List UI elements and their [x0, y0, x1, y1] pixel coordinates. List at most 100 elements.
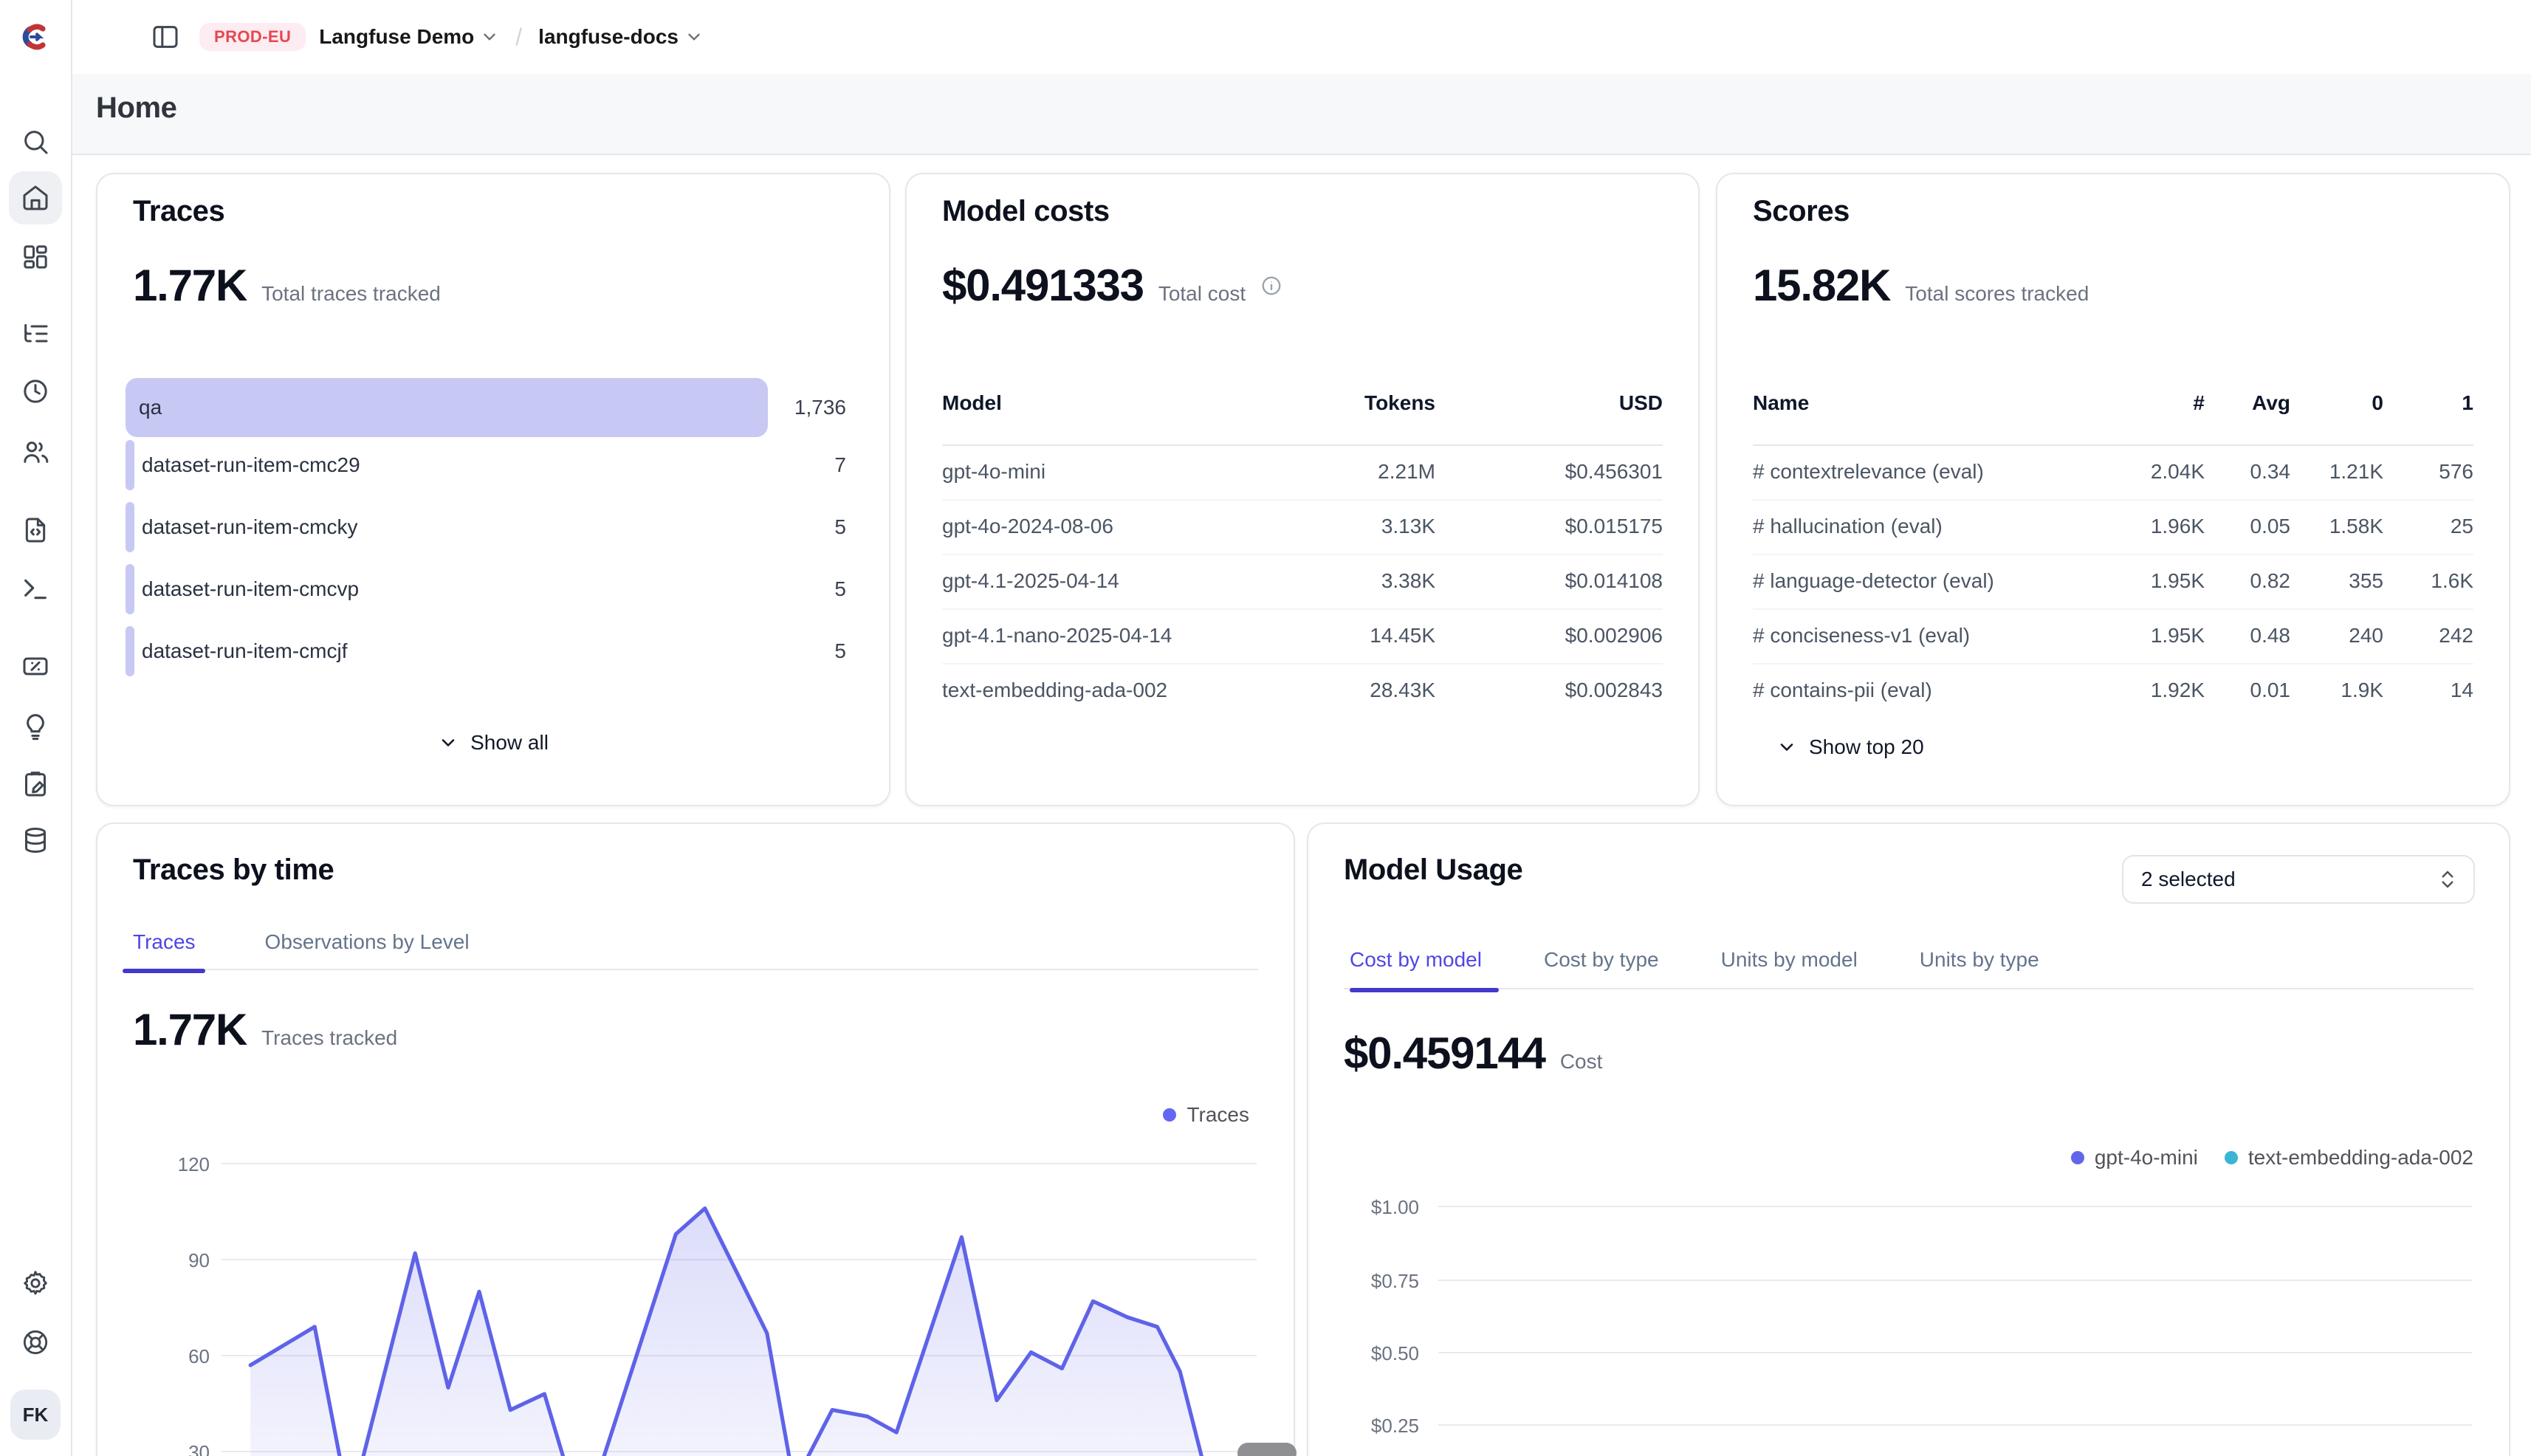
total-scores-label: Total scores tracked	[1905, 282, 2089, 306]
scores-header: Name # Avg 0 1	[1753, 391, 2473, 415]
environment-badge: PROD-EU	[199, 23, 306, 51]
top-bar: PROD-EU Langfuse Demo / langfuse-docs	[71, 0, 2531, 75]
cell-model: gpt-4.1-nano-2025-04-14	[942, 624, 1258, 648]
cell-tokens: 14.45K	[1258, 624, 1435, 648]
svg-text:120: 120	[178, 1153, 210, 1175]
cell-zero: 1.21K	[2290, 460, 2383, 484]
col-name: Name	[1753, 391, 2101, 415]
y-axis-ticks: 120 90 60 30	[178, 1153, 210, 1456]
cell-usd: $0.014108	[1435, 569, 1663, 593]
cell-name: # contains-pii (eval)	[1753, 679, 2101, 702]
scores-card: Scores 15.82K Total scores tracked Name …	[1716, 173, 2510, 806]
chevron-down-icon	[684, 27, 704, 47]
project-switcher[interactable]: langfuse-docs	[538, 25, 704, 49]
org-switcher[interactable]: Langfuse Demo	[319, 25, 499, 49]
svg-text:$1.00: $1.00	[1371, 1196, 1419, 1218]
user-avatar[interactable]: FK	[10, 1390, 61, 1440]
chevron-down-icon	[438, 732, 459, 753]
widget-resize-handle[interactable]	[1237, 1443, 1297, 1456]
trace-bar-row[interactable]: dataset-run-item-cmcky 5	[126, 502, 854, 552]
trace-bar-row[interactable]: dataset-run-item-cmc29 7	[126, 440, 854, 490]
annotation-clipboard-icon[interactable]	[21, 769, 50, 799]
show-top-20-button[interactable]: Show top 20	[1776, 735, 1924, 759]
trace-bar	[126, 440, 134, 490]
insights-lightbulb-icon[interactable]	[21, 712, 50, 741]
cell-usd: $0.456301	[1435, 460, 1663, 484]
col-count: #	[2101, 391, 2205, 415]
svg-text:$0.50: $0.50	[1371, 1342, 1419, 1364]
model-costs-title: Model costs	[942, 195, 1110, 228]
trace-bar-count: 5	[834, 639, 846, 663]
playground-terminal-icon[interactable]	[21, 574, 50, 604]
trace-bar-count: 5	[834, 577, 846, 601]
sessions-clock-icon[interactable]	[21, 377, 50, 406]
trace-bar-count: 1,736	[794, 396, 846, 419]
breadcrumb: PROD-EU Langfuse Demo / langfuse-docs	[151, 18, 704, 56]
traces-metric: 1.77K Total traces tracked	[133, 260, 441, 311]
sidebar-toggle-icon[interactable]	[151, 22, 180, 52]
score-row: # conciseness-v1 (eval) 1.95K 0.48 240 2…	[1753, 608, 2473, 665]
cell-count: 1.92K	[2101, 679, 2205, 702]
model-costs-card: Model costs $0.491333 Total cost Model T…	[905, 173, 1700, 806]
svg-text:60: 60	[188, 1345, 210, 1367]
project-name: langfuse-docs	[538, 25, 679, 49]
trace-bar-row[interactable]: qa 1,736	[126, 378, 854, 437]
cell-model: gpt-4o-mini	[942, 460, 1258, 484]
langfuse-logo-icon	[18, 19, 53, 55]
trace-bar-label: dataset-run-item-cmcky	[142, 515, 358, 539]
cell-usd: $0.015175	[1435, 515, 1663, 538]
col-zero: 0	[2290, 391, 2383, 415]
traces-total-label: Total traces tracked	[261, 282, 441, 306]
gridlines	[1438, 1206, 2472, 1425]
svg-text:90: 90	[188, 1249, 210, 1271]
cell-name: # conciseness-v1 (eval)	[1753, 624, 2101, 648]
dashboards-icon[interactable]	[21, 242, 50, 272]
svg-text:30: 30	[188, 1441, 210, 1456]
show-top-20-label: Show top 20	[1809, 735, 1924, 759]
score-row: # hallucination (eval) 1.96K 0.05 1.58K …	[1753, 499, 2473, 555]
users-icon[interactable]	[21, 437, 50, 467]
trace-bar-label: dataset-run-item-cmcjf	[142, 639, 348, 663]
settings-gear-icon[interactable]	[21, 1268, 50, 1298]
cell-avg: 0.48	[2205, 624, 2290, 648]
evaluations-percent-icon[interactable]	[21, 651, 50, 681]
cell-one: 1.6K	[2383, 569, 2473, 593]
page-title: Home	[96, 92, 177, 125]
support-lifebuoy-icon[interactable]	[21, 1328, 50, 1357]
cell-usd: $0.002906	[1435, 624, 1663, 648]
cell-name: # hallucination (eval)	[1753, 515, 2101, 538]
cell-zero: 1.9K	[2290, 679, 2383, 702]
show-all-button[interactable]: Show all	[97, 731, 889, 755]
trace-bar-row[interactable]: dataset-run-item-cmcvp 5	[126, 564, 854, 614]
cell-count: 1.95K	[2101, 569, 2205, 593]
app-window: FK PROD-EU Langfuse Demo / langfuse-docs…	[0, 0, 2531, 1456]
model-cost-row: text-embedding-ada-002 28.43K $0.002843	[942, 663, 1663, 718]
scores-title: Scores	[1753, 195, 1850, 228]
total-cost-value: $0.491333	[942, 260, 1144, 311]
model-usage-chart: $1.00 $0.75 $0.50 $0.25	[1307, 823, 2507, 1456]
total-scores-value: 15.82K	[1753, 260, 1890, 311]
model-cost-row: gpt-4o-mini 2.21M $0.456301	[942, 444, 1663, 501]
svg-text:$0.75: $0.75	[1371, 1270, 1419, 1292]
cell-zero: 355	[2290, 569, 2383, 593]
prompts-file-icon[interactable]	[21, 515, 50, 545]
cell-count: 1.95K	[2101, 624, 2205, 648]
col-avg: Avg	[2205, 391, 2290, 415]
tracing-icon[interactable]	[21, 319, 50, 348]
info-icon[interactable]	[1260, 275, 1282, 297]
cell-avg: 0.34	[2205, 460, 2290, 484]
cell-tokens: 3.38K	[1258, 569, 1435, 593]
chevron-down-icon	[480, 27, 499, 47]
trace-bar-row[interactable]: dataset-run-item-cmcjf 5	[126, 626, 854, 676]
cell-zero: 240	[2290, 624, 2383, 648]
sidebar: FK	[0, 0, 72, 1456]
datasets-database-icon[interactable]	[21, 825, 50, 855]
search-icon[interactable]	[21, 127, 50, 157]
scores-metric: 15.82K Total scores tracked	[1753, 260, 2089, 311]
score-row: # contextrelevance (eval) 2.04K 0.34 1.2…	[1753, 444, 2473, 501]
model-costs-header: Model Tokens USD	[942, 391, 1663, 415]
cell-tokens: 28.43K	[1258, 679, 1435, 702]
trace-bar-count: 5	[834, 515, 846, 539]
score-row: # contains-pii (eval) 1.92K 0.01 1.9K 14	[1753, 663, 2473, 718]
home-icon[interactable]	[21, 183, 50, 213]
